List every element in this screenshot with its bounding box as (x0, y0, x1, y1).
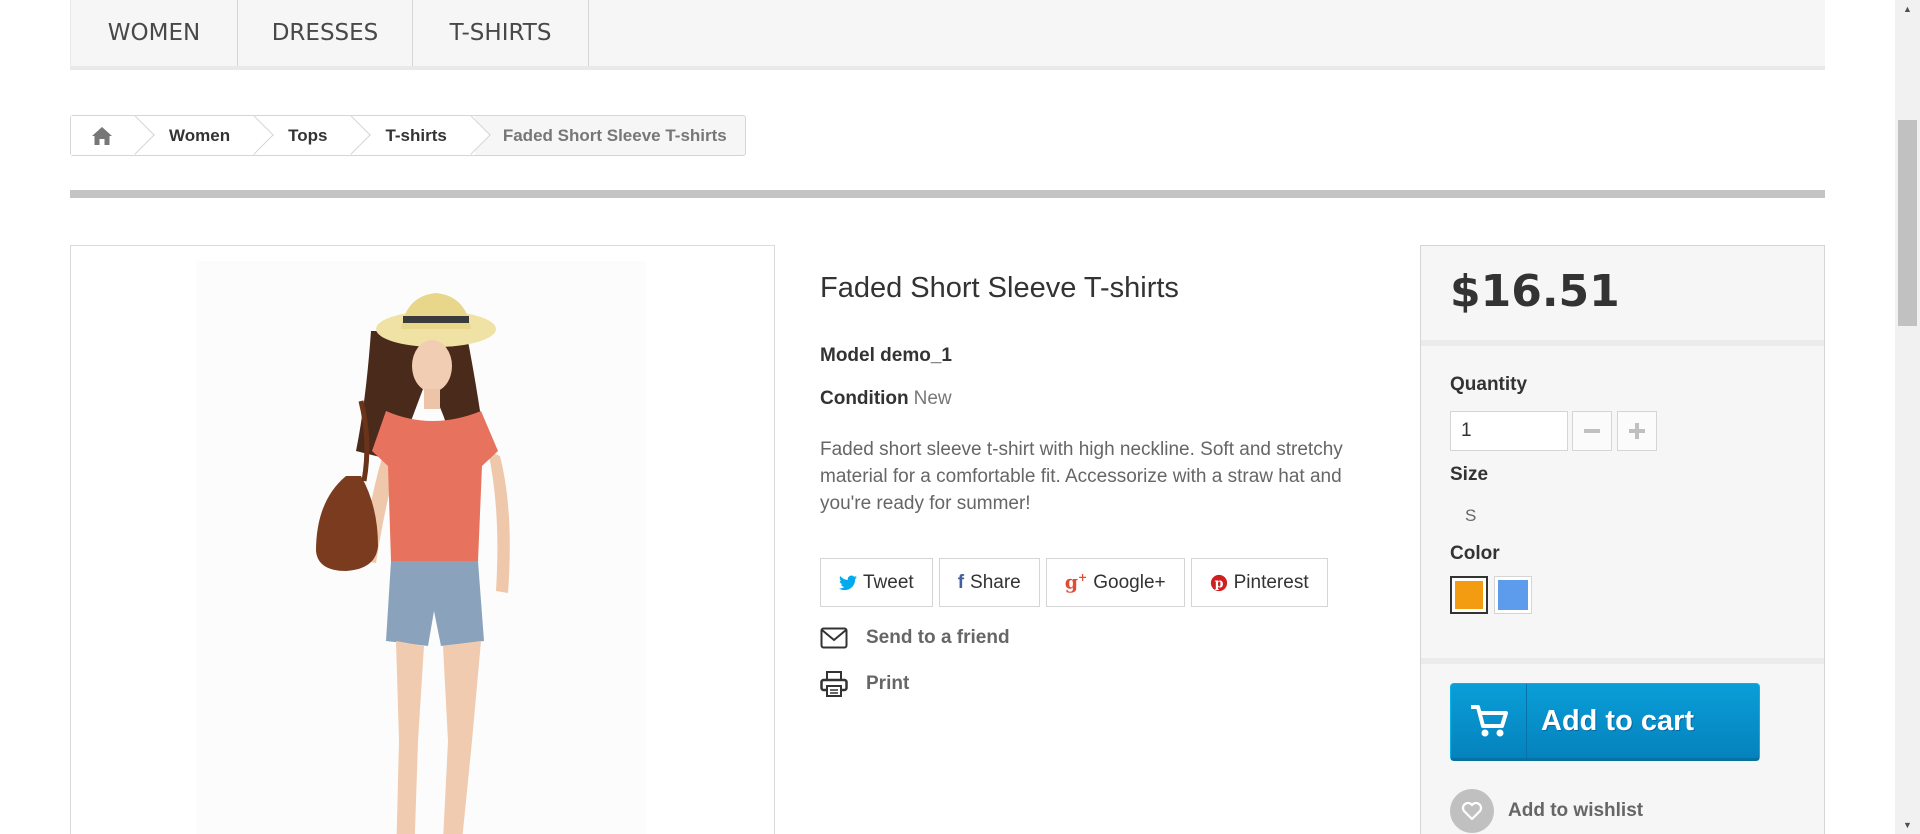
breadcrumb-item-women[interactable]: Women (139, 116, 259, 155)
price-area: $16.51 (1421, 246, 1824, 346)
breadcrumb-home[interactable] (71, 116, 139, 155)
googleplus-label: Google+ (1093, 571, 1166, 593)
condition-value: New (913, 388, 952, 409)
menu-item-women[interactable]: WOMEN (71, 0, 238, 66)
share-label: Share (970, 571, 1021, 593)
add-to-wishlist-link[interactable]: Add to wishlist (1450, 789, 1643, 833)
svg-text:p: p (1214, 575, 1223, 590)
breadcrumb: Women Tops T-shirts Faded Short Sleeve T… (70, 115, 746, 156)
menu-item-dresses[interactable]: DRESSES (238, 0, 413, 66)
divider (70, 190, 1825, 198)
scroll-down-arrow-icon[interactable]: ▼ (1895, 816, 1920, 834)
pinterest-button[interactable]: p Pinterest (1190, 558, 1328, 607)
facebook-icon: f (957, 571, 965, 593)
home-icon (92, 126, 112, 145)
product-description: Faded short sleeve t-shirt with high nec… (820, 439, 1343, 514)
googleplus-icon: g+ (1064, 571, 1088, 594)
color-swatch-orange[interactable] (1450, 576, 1488, 614)
menu-item-tshirts[interactable]: T-SHIRTS (413, 0, 589, 66)
page-scrollbar[interactable]: ▲ ▼ (1895, 0, 1920, 834)
pinterest-icon: p (1210, 574, 1227, 591)
quantity-label: Quantity (1450, 374, 1528, 395)
breadcrumb-item-tshirts[interactable]: T-shirts (355, 116, 475, 155)
color-swatch-fill (1455, 581, 1483, 609)
print-label: Print (866, 673, 910, 694)
model-label: Model (820, 345, 875, 366)
quantity-decrease-button[interactable] (1572, 411, 1612, 451)
social-share: Tweet f Share g+ Google+ p Pinterest (820, 558, 1328, 607)
color-label: Color (1450, 543, 1500, 564)
printer-icon (820, 671, 848, 697)
send-to-friend-label: Send to a friend (866, 627, 1010, 648)
twitter-icon (839, 575, 857, 590)
buy-box: $16.51 Quantity Size S Color Add to cart… (1420, 245, 1825, 834)
pinterest-label: Pinterest (1233, 571, 1309, 593)
tweet-label: Tweet (863, 571, 914, 593)
cart-icon (1451, 684, 1527, 758)
googleplus-button[interactable]: g+ Google+ (1045, 558, 1185, 607)
add-to-wishlist-label: Add to wishlist (1508, 800, 1644, 821)
product-photo[interactable] (196, 261, 646, 834)
size-select[interactable]: S (1465, 506, 1476, 526)
envelope-icon (820, 627, 848, 649)
add-to-cart-button[interactable]: Add to cart (1450, 683, 1760, 761)
share-button[interactable]: f Share (938, 558, 1040, 607)
plus-icon (1629, 423, 1645, 439)
size-label: Size (1450, 464, 1489, 485)
minus-icon (1584, 429, 1600, 433)
product-image-frame[interactable] (70, 245, 775, 834)
scroll-up-arrow-icon[interactable]: ▲ (1895, 0, 1920, 18)
quantity-input[interactable] (1450, 411, 1568, 451)
heart-icon (1450, 789, 1494, 833)
color-swatch-fill (1498, 580, 1528, 610)
send-to-friend-link[interactable]: Send to a friend (820, 627, 1010, 649)
quantity-increase-button[interactable] (1617, 411, 1657, 451)
product-condition: Condition New (820, 388, 952, 410)
tweet-button[interactable]: Tweet (820, 558, 933, 607)
breadcrumb-current: Faded Short Sleeve T-shirts (474, 125, 745, 146)
model-value: demo_1 (880, 345, 952, 366)
scroll-thumb[interactable] (1898, 120, 1917, 326)
color-swatch-blue[interactable] (1494, 576, 1532, 614)
condition-label: Condition (820, 388, 909, 409)
top-menu: WOMEN DRESSES T-SHIRTS (70, 0, 1825, 70)
add-to-cart-label: Add to cart (1541, 704, 1695, 737)
product-price: $16.51 (1450, 266, 1620, 317)
print-link[interactable]: Print (820, 671, 909, 697)
product-model: Model demo_1 (820, 345, 952, 367)
product-title: Faded Short Sleeve T-shirts (820, 272, 1179, 304)
